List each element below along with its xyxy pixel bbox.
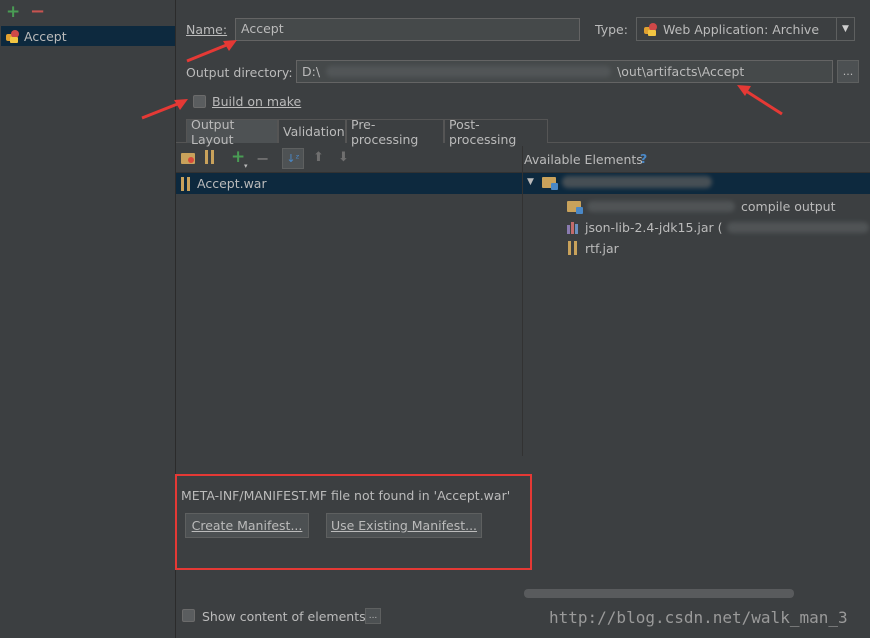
name-label: Name:	[186, 22, 228, 37]
artifact-item-label: Accept	[24, 28, 67, 44]
tab-validation[interactable]: Validation	[278, 119, 346, 143]
help-icon[interactable]: ?	[640, 151, 647, 166]
layout-tree-root[interactable]: Accept.war	[181, 176, 267, 191]
type-select-value: Web Application: Archive	[663, 21, 820, 37]
folder-icon	[567, 200, 583, 214]
remove-icon[interactable]: −	[256, 149, 269, 168]
output-directory-label: Output directory:	[186, 65, 293, 80]
move-down-icon[interactable]: ⬇	[338, 150, 349, 165]
horizontal-scrollbar[interactable]	[524, 589, 794, 598]
jar-icon	[568, 241, 578, 255]
redacted-path	[326, 66, 612, 77]
manifest-warning: META-INF/MANIFEST.MF file not found in '…	[181, 488, 511, 503]
name-input[interactable]: Accept	[235, 18, 580, 41]
selected-row	[176, 173, 870, 194]
annotation-arrow-icon	[737, 85, 783, 116]
tab-pre-processing[interactable]: Pre-processing	[346, 117, 444, 147]
available-module-node[interactable]: ▼	[527, 176, 712, 190]
redacted-library-path	[726, 221, 869, 233]
more-options-button[interactable]: ...	[365, 608, 381, 624]
available-elements-header: Available Elements	[524, 152, 643, 167]
available-item-label: rtf.jar	[585, 240, 619, 256]
artifacts-toolbar: + −	[0, 0, 176, 26]
redacted-module-name	[587, 200, 735, 212]
available-item[interactable]: json-lib-2.4-jdk15.jar (	[567, 218, 869, 236]
pane-divider[interactable]	[522, 146, 523, 456]
type-select[interactable]: Web Application: Archive ▼	[636, 17, 855, 41]
artifact-item-accept[interactable]: Accept	[1, 26, 175, 46]
output-directory-prefix: D:\	[302, 64, 321, 79]
available-item-label: compile output	[741, 198, 836, 214]
available-item[interactable]: compile output	[567, 197, 835, 215]
annotation-arrow-icon	[141, 99, 188, 120]
watermark: http://blog.csdn.net/walk_man_3	[549, 608, 848, 627]
web-archive-icon	[6, 29, 20, 43]
tab-output-layout[interactable]: Output Layout	[186, 117, 278, 147]
module-folder-icon	[541, 176, 558, 190]
show-content-label: Show content of elements	[202, 609, 366, 624]
create-manifest-button[interactable]: Create Manifest...	[185, 513, 309, 538]
move-up-icon[interactable]: ⬆	[313, 150, 324, 165]
use-existing-manifest-button[interactable]: Use Existing Manifest...	[326, 513, 482, 538]
available-item-label: json-lib-2.4-jdk15.jar (	[585, 219, 723, 235]
build-on-make-label: Build on make	[212, 94, 302, 109]
output-directory-input[interactable]: D:\ \out\artifacts\Accept	[296, 60, 833, 83]
show-content-checkbox[interactable]	[182, 609, 195, 622]
available-item[interactable]: rtf.jar	[568, 239, 619, 257]
browse-button[interactable]: ...	[837, 60, 859, 83]
chevron-down-icon[interactable]: ▾	[244, 162, 248, 170]
war-file-icon	[181, 176, 191, 191]
web-archive-icon	[644, 22, 658, 36]
type-label: Type:	[595, 22, 628, 37]
sort-icon[interactable]: ↓ᶻ	[282, 148, 304, 169]
remove-artifact-icon[interactable]: −	[30, 1, 45, 22]
create-archive-icon[interactable]	[205, 150, 215, 167]
tab-post-processing[interactable]: Post-processing	[444, 117, 548, 147]
chevron-down-icon[interactable]: ▼	[836, 18, 854, 40]
build-on-make-checkbox[interactable]	[193, 95, 206, 108]
output-directory-suffix: \out\artifacts\Accept	[617, 64, 745, 79]
add-artifact-icon[interactable]: +	[6, 2, 20, 22]
redacted-module-name	[561, 176, 712, 188]
layout-tree-root-label: Accept.war	[197, 176, 267, 191]
library-icon	[567, 221, 581, 234]
create-directory-icon[interactable]	[180, 150, 196, 166]
expand-icon[interactable]: ▼	[527, 177, 534, 187]
annotation-arrow-icon	[186, 40, 237, 63]
